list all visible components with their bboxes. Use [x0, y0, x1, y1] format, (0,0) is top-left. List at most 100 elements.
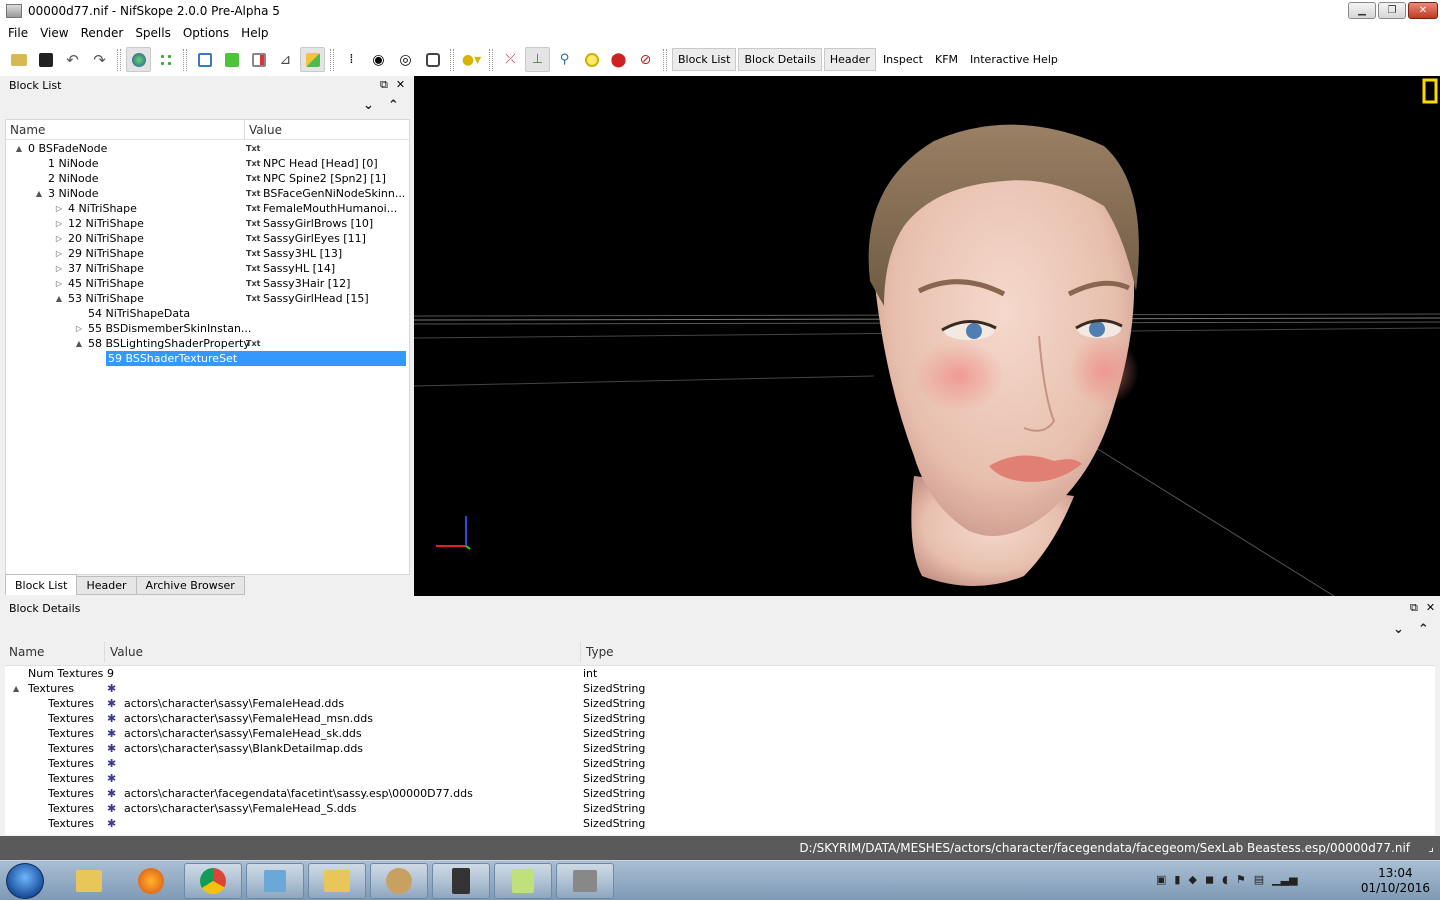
tree-row[interactable]: 2 NiNode Txt NPC Spine2 [Spn2] [1] [6, 171, 409, 186]
explorer-taskbar-icon[interactable] [60, 863, 118, 899]
string-edit-icon[interactable]: ✱ [107, 786, 116, 801]
expand-all-icon[interactable]: ⌄ [363, 98, 374, 113]
toolbar-kfm[interactable]: KFM [930, 49, 963, 70]
tree-row[interactable]: ▲ 3 NiNode Txt BSFaceGenNiNodeSkinn... [6, 186, 409, 201]
detail-row-value[interactable]: actors\character\facegendata\facetint\sa… [124, 786, 473, 801]
menu-view[interactable]: View [36, 26, 76, 40]
expand-arrow-icon[interactable]: ▷ [54, 231, 64, 246]
tab-block-list[interactable]: Block List [5, 574, 78, 595]
detail-row[interactable]: Textures ✱ actors\character\sassy\FemaleHe… [5, 696, 1435, 711]
expand-arrow-icon[interactable]: ▷ [54, 201, 64, 216]
detail-row-value[interactable]: actors\character\sassy\FemaleHead.dds [124, 696, 344, 711]
perspective-cube-icon[interactable] [300, 47, 325, 72]
tree-row[interactable]: ▲ 0 BSFadeNode Txt [6, 141, 409, 156]
start-button[interactable] [6, 863, 44, 899]
undo-icon[interactable]: ↶ [60, 47, 85, 72]
eye-icon[interactable]: ◉ [366, 47, 391, 72]
column-value-header[interactable]: Value [249, 123, 282, 137]
string-edit-icon[interactable]: ✱ [107, 741, 116, 756]
detail-row[interactable]: Textures ✱ SizedString [5, 816, 1435, 831]
flag-icon[interactable]: ⚑ [1236, 873, 1246, 886]
detail-row-value[interactable]: 9 [107, 666, 114, 681]
collapse-arrow-icon[interactable]: ▲ [54, 291, 64, 306]
firefox-taskbar-icon[interactable] [122, 863, 180, 899]
walk-icon[interactable]: ⁞ [339, 47, 364, 72]
eye-hidden-icon[interactable]: ◎ [393, 47, 418, 72]
column-divider[interactable] [580, 642, 581, 662]
screenshot-icon[interactable] [420, 47, 445, 72]
resize-grip-icon[interactable]: ⌟ [1428, 840, 1434, 854]
toolbar-interactive-help[interactable]: Interactive Help [965, 49, 1063, 70]
skeleton-icon[interactable]: ⚲ [552, 47, 577, 72]
toolbar-header[interactable]: Header [823, 48, 876, 71]
redo-icon[interactable]: ↷ [87, 47, 112, 72]
notepad-taskbar-icon[interactable] [246, 863, 304, 899]
axis-gizmo-icon[interactable]: ⊥ [525, 47, 550, 72]
string-edit-icon[interactable]: ✱ [107, 681, 116, 696]
tree-row[interactable]: ▷ 4 NiTriShape Txt FemaleMouthHumanoi... [6, 201, 409, 216]
collapse-arrow-icon[interactable]: ▲ [74, 336, 84, 351]
folder-taskbar-icon[interactable] [308, 863, 366, 899]
view-top-icon[interactable] [219, 47, 244, 72]
collapse-all-icon[interactable]: ⌃ [1418, 622, 1429, 637]
detail-row-value[interactable]: actors\character\sassy\BlankDetailmap.dd… [124, 741, 363, 756]
tree-row[interactable]: ▲ 53 NiTriShape Txt SassyGirlHead [15] [6, 291, 409, 306]
hide-marker-icon[interactable]: ⊘ [633, 47, 658, 72]
tree-row[interactable]: ▲ 58 BSLightingShaderProperty Txt [6, 336, 409, 351]
restore-button[interactable]: ❐ [1378, 2, 1406, 19]
menu-spells[interactable]: Spells [131, 26, 179, 40]
toolbar-block-details[interactable]: Block Details [738, 48, 822, 71]
detail-row-value[interactable]: actors\character\sassy\FemaleHead_S.dds [124, 801, 357, 816]
string-edit-icon[interactable]: ✱ [107, 756, 116, 771]
tree-row[interactable]: 54 NiTriShapeData [6, 306, 409, 321]
tray-temp-icon[interactable]: ◼ [1205, 873, 1214, 886]
tree-row[interactable]: ▷ 55 BSDismemberSkinInstan... [6, 321, 409, 336]
detail-row[interactable]: Textures ✱ actors\character\facegendata\fa… [5, 786, 1435, 801]
view-side-icon[interactable] [246, 47, 271, 72]
column-value-header[interactable]: Value [110, 645, 143, 659]
block-details-table[interactable]: Num Textures 9 int ▲ Textures ✱ SizedString Tex… [5, 665, 1435, 835]
block-list-tree[interactable]: Name Value ▲ 0 BSFadeNode Txt 1 NiNode Txt NP… [5, 119, 410, 575]
close-panel-icon[interactable]: ✕ [396, 78, 405, 92]
nodes-icon[interactable] [153, 47, 178, 72]
tray-battery-icon[interactable]: ▮ [1174, 873, 1180, 886]
expand-arrow-icon[interactable]: ▷ [74, 321, 84, 336]
string-edit-icon[interactable]: ✱ [107, 801, 116, 816]
float-icon[interactable]: ⧉ [380, 78, 388, 92]
column-type-header[interactable]: Type [586, 645, 614, 659]
expand-arrow-icon[interactable]: ▷ [54, 246, 64, 261]
display-icon[interactable]: ▤ [1254, 873, 1264, 886]
menu-render[interactable]: Render [77, 26, 132, 40]
tree-row[interactable]: ▷ 29 NiTriShape Txt Sassy3HL [13] [6, 246, 409, 261]
string-edit-icon[interactable]: ✱ [107, 771, 116, 786]
collapse-arrow-icon[interactable]: ▲ [13, 681, 19, 696]
detail-row-value[interactable]: actors\character\sassy\FemaleHead_msn.dd… [124, 711, 373, 726]
flip-icon[interactable]: ⊿ [273, 47, 298, 72]
column-divider[interactable] [104, 642, 105, 662]
tree-row[interactable]: ▷ 12 NiTriShape Txt SassyGirlBrows [10] [6, 216, 409, 231]
float-icon[interactable]: ⧉ [1410, 601, 1418, 615]
skyrim-taskbar-icon[interactable] [432, 863, 490, 899]
string-edit-icon[interactable]: ✱ [107, 696, 116, 711]
detail-row[interactable]: Textures ✱ SizedString [5, 756, 1435, 771]
expand-arrow-icon[interactable]: ▷ [54, 261, 64, 276]
detail-row[interactable]: Textures ✱ actors\character\sassy\FemaleHe… [5, 726, 1435, 741]
string-edit-icon[interactable]: ✱ [107, 816, 116, 831]
minimize-button[interactable]: ▁ [1348, 2, 1376, 19]
tree-row[interactable]: 1 NiNode Txt NPC Head [Head] [0] [6, 156, 409, 171]
chrome-taskbar-icon[interactable] [184, 863, 242, 899]
column-name-header[interactable]: Name [10, 123, 45, 137]
expand-arrow-icon[interactable]: ▷ [54, 216, 64, 231]
tree-row[interactable]: ▷ 45 NiTriShape Txt Sassy3Hair [12] [6, 276, 409, 291]
detail-row[interactable]: Textures ✱ actors\character\sassy\BlankDet… [5, 741, 1435, 756]
globe-icon[interactable] [126, 47, 151, 72]
collapse-arrow-icon[interactable]: ▲ [34, 186, 44, 201]
menu-file[interactable]: File [4, 26, 36, 40]
close-panel-icon[interactable]: ✕ [1426, 601, 1435, 615]
column-name-header[interactable]: Name [9, 645, 44, 659]
expand-arrow-icon[interactable]: ▷ [54, 276, 64, 291]
clock[interactable]: 13:04 01/10/2016 [1361, 866, 1430, 896]
save-icon[interactable] [33, 47, 58, 72]
volume-icon[interactable]: ◖ [1222, 873, 1228, 886]
detail-row[interactable]: Textures ✱ actors\character\sassy\FemaleHe… [5, 711, 1435, 726]
